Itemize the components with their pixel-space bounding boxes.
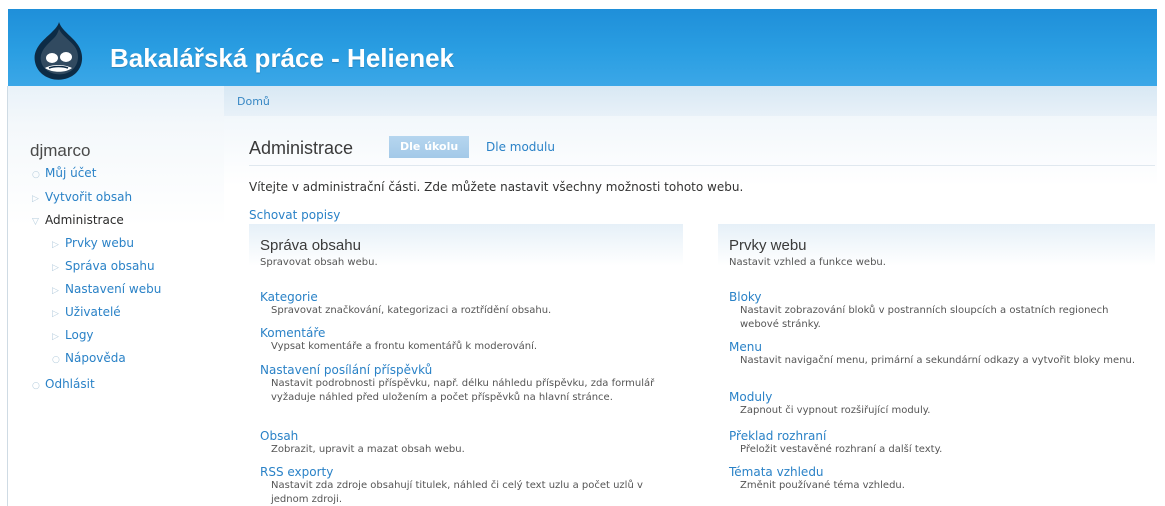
triangle-right-icon: ▷: [32, 194, 39, 204]
page: Bakalářská práce - Helienek Domů djmarco…: [0, 0, 1165, 506]
admin-item-description: Přeložit vestavěné rozhraní a další text…: [740, 444, 943, 455]
hide-descriptions-link[interactable]: Schovat popisy: [249, 208, 340, 222]
admin-item-link[interactable]: Témata vzhledu: [729, 465, 1149, 479]
sidebar-item-label: Uživatelé: [65, 305, 121, 319]
admin-item: Komentáře Vypsat komentáře a frontu kome…: [260, 326, 675, 354]
admin-item-description: Změnit používané téma vzhledu.: [740, 480, 905, 491]
panel-description: Nastavit vzhled a funkce webu.: [729, 257, 886, 268]
drupal-logo-icon[interactable]: [32, 21, 86, 81]
triangle-right-icon: ▷: [52, 286, 59, 296]
sidebar-item-label: Vytvořit obsah: [45, 190, 133, 204]
sidebar-item-label: Nastavení webu: [65, 282, 162, 296]
sidebar-item-label: Odhlásit: [45, 377, 95, 391]
panel-title: Prvky webu: [729, 237, 807, 254]
tab-by-module[interactable]: Dle modulu: [486, 140, 555, 154]
admin-item: Bloky Nastavit zobrazování bloků v postr…: [729, 290, 1149, 332]
admin-item-description: Zobrazit, upravit a mazat obsah webu.: [271, 444, 465, 455]
admin-item: Témata vzhledu Změnit používané téma vzh…: [729, 465, 1149, 493]
admin-item-description: Vypsat komentáře a frontu komentářů k mo…: [271, 341, 538, 352]
panel-title: Správa obsahu: [260, 237, 361, 254]
admin-item-link[interactable]: RSS exporty: [260, 465, 675, 479]
admin-item: Překlad rozhraní Přeložit vestavěné rozh…: [729, 429, 1149, 457]
triangle-right-icon: ▷: [52, 309, 59, 319]
admin-panel-content: Správa obsahu Spravovat obsah webu. Kate…: [249, 224, 683, 506]
admin-item-link[interactable]: Bloky: [729, 290, 1149, 304]
admin-item: Obsah Zobrazit, upravit a mazat obsah we…: [260, 429, 675, 457]
admin-item-description: Spravovat značkování, kategorizaci a roz…: [271, 305, 552, 316]
triangle-right-icon: ▷: [52, 240, 59, 250]
admin-item-description: Nastavit zobrazování bloků v postranních…: [740, 305, 1109, 330]
triangle-right-icon: ▷: [52, 263, 59, 273]
site-header: Bakalářská práce - Helienek: [8, 9, 1157, 86]
admin-item-link[interactable]: Komentáře: [260, 326, 675, 340]
admin-item-link[interactable]: Překlad rozhraní: [729, 429, 1149, 443]
admin-item-link[interactable]: Nastavení posílání příspěvků: [260, 363, 675, 377]
triangle-right-icon: ▷: [52, 332, 59, 342]
admin-item: Moduly Zapnout či vypnout rozšiřující mo…: [729, 390, 1149, 418]
sidebar-item-label: Prvky webu: [65, 236, 134, 250]
admin-item-link[interactable]: Obsah: [260, 429, 675, 443]
sidebar-item-label: Správa obsahu: [65, 259, 155, 273]
admin-item-description: Nastavit podrobnosti příspěvku, např. dé…: [271, 378, 655, 403]
admin-item: Menu Nastavit navigační menu, primární a…: [729, 340, 1149, 368]
site-name[interactable]: Bakalářská práce - Helienek: [110, 43, 454, 73]
admin-item-link[interactable]: Moduly: [729, 390, 1149, 404]
sidebar-item-label: Nápověda: [65, 351, 126, 365]
admin-item-link[interactable]: Menu: [729, 340, 1149, 354]
sidebar-item-label: Můj účet: [45, 166, 97, 180]
admin-item: Kategorie Spravovat značkování, kategori…: [260, 290, 675, 318]
admin-item: RSS exporty Nastavit zda zdroje obsahují…: [260, 465, 675, 506]
admin-item: Nastavení posílání příspěvků Nastavit po…: [260, 363, 675, 405]
welcome-text: Vítejte v administrační části. Zde můžet…: [249, 180, 744, 194]
user-block-title: djmarco: [30, 141, 91, 160]
sidebar-item-label: Administrace: [45, 213, 124, 227]
circle-bullet-icon: ○: [52, 355, 60, 365]
tab-by-task[interactable]: Dle úkolu: [389, 136, 470, 158]
admin-item-description: Zapnout či vypnout rozšiřující moduly.: [740, 405, 931, 416]
admin-panel-site-building: Prvky webu Nastavit vzhled a funkce webu…: [718, 224, 1155, 506]
admin-item-description: Nastavit zda zdroje obsahují titulek, ná…: [271, 480, 643, 505]
admin-item-description: Nastavit navigační menu, primární a seku…: [740, 355, 1136, 366]
circle-bullet-icon: ○: [32, 381, 40, 391]
triangle-down-icon: ▽: [32, 217, 39, 227]
sidebar-item-label: Logy: [65, 328, 94, 342]
breadcrumb-home-link[interactable]: Domů: [237, 95, 270, 108]
breadcrumb-bar: Domů: [224, 86, 1157, 116]
panel-description: Spravovat obsah webu.: [260, 257, 378, 268]
admin-item-link[interactable]: Kategorie: [260, 290, 675, 304]
divider: [249, 165, 1155, 166]
page-title: Administrace: [249, 138, 354, 158]
circle-bullet-icon: ○: [32, 170, 40, 180]
